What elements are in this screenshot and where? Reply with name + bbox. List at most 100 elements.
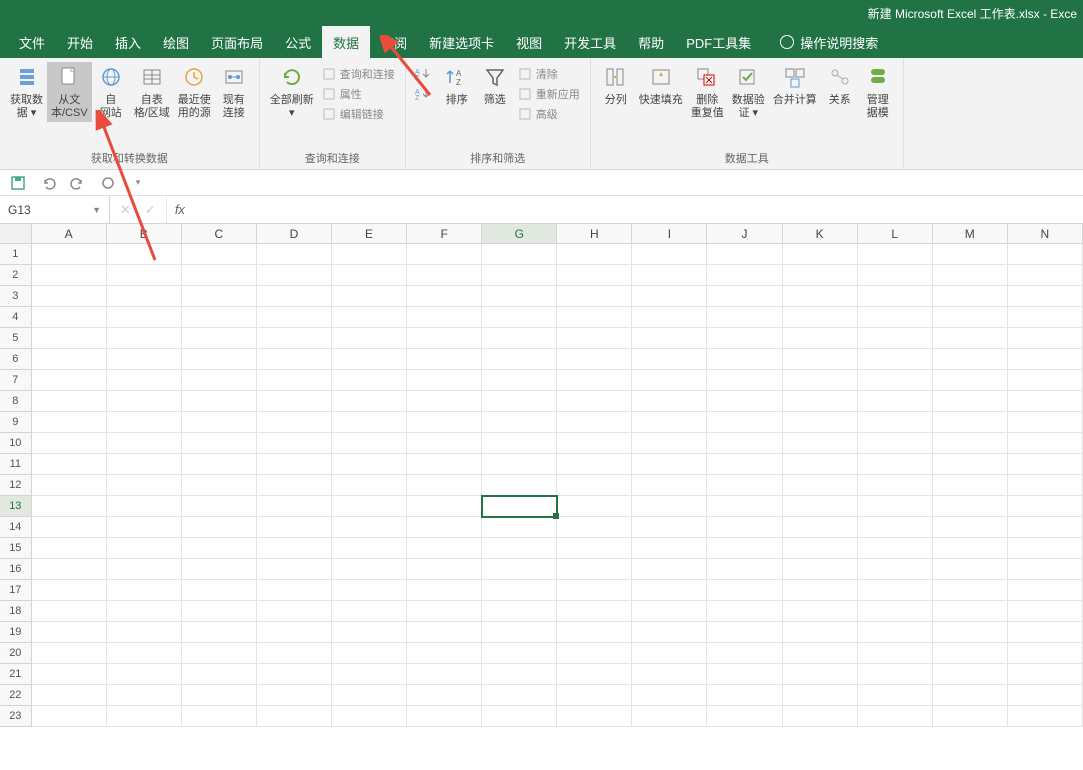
cell-L7[interactable]: [858, 370, 933, 391]
from-text-csv-button[interactable]: 从文 本/CSV: [47, 62, 92, 122]
row-header-5[interactable]: 5: [0, 328, 32, 349]
cell-D2[interactable]: [257, 265, 332, 286]
cell-G4[interactable]: [482, 307, 557, 328]
cell-A5[interactable]: [32, 328, 107, 349]
cell-L2[interactable]: [858, 265, 933, 286]
cell-D15[interactable]: [257, 538, 332, 559]
cell-I19[interactable]: [632, 622, 707, 643]
row-header-23[interactable]: 23: [0, 706, 32, 727]
cell-G11[interactable]: [482, 454, 557, 475]
cell-F5[interactable]: [407, 328, 482, 349]
refresh-all-button[interactable]: 全部刷新 ▾: [266, 62, 318, 122]
cell-H5[interactable]: [557, 328, 632, 349]
cell-I23[interactable]: [632, 706, 707, 727]
cell-G7[interactable]: [482, 370, 557, 391]
cell-D13[interactable]: [257, 496, 332, 517]
cell-H20[interactable]: [557, 643, 632, 664]
cell-J17[interactable]: [707, 580, 782, 601]
cell-H12[interactable]: [557, 475, 632, 496]
cell-M3[interactable]: [933, 286, 1008, 307]
cell-J12[interactable]: [707, 475, 782, 496]
row-header-17[interactable]: 17: [0, 580, 32, 601]
cell-C1[interactable]: [182, 244, 257, 265]
cell-G15[interactable]: [482, 538, 557, 559]
row-header-10[interactable]: 10: [0, 433, 32, 454]
cell-B16[interactable]: [107, 559, 182, 580]
cell-M19[interactable]: [933, 622, 1008, 643]
cell-D22[interactable]: [257, 685, 332, 706]
cell-H17[interactable]: [557, 580, 632, 601]
row-header-19[interactable]: 19: [0, 622, 32, 643]
advanced-button[interactable]: 高级: [518, 104, 580, 124]
cell-G19[interactable]: [482, 622, 557, 643]
cell-I7[interactable]: [632, 370, 707, 391]
cell-I17[interactable]: [632, 580, 707, 601]
cell-K15[interactable]: [783, 538, 858, 559]
cell-D3[interactable]: [257, 286, 332, 307]
tab-文件[interactable]: 文件: [8, 26, 56, 58]
cell-E7[interactable]: [332, 370, 407, 391]
row-header-2[interactable]: 2: [0, 265, 32, 286]
cell-I21[interactable]: [632, 664, 707, 685]
cell-J9[interactable]: [707, 412, 782, 433]
cell-L16[interactable]: [858, 559, 933, 580]
cell-E14[interactable]: [332, 517, 407, 538]
cell-F2[interactable]: [407, 265, 482, 286]
undo-icon[interactable]: [40, 175, 56, 191]
cell-H18[interactable]: [557, 601, 632, 622]
cell-B13[interactable]: [107, 496, 182, 517]
cell-H4[interactable]: [557, 307, 632, 328]
cell-L23[interactable]: [858, 706, 933, 727]
column-header-K[interactable]: K: [783, 224, 858, 243]
cell-A15[interactable]: [32, 538, 107, 559]
cell-N18[interactable]: [1008, 601, 1083, 622]
cell-C11[interactable]: [182, 454, 257, 475]
cell-L5[interactable]: [858, 328, 933, 349]
cell-D11[interactable]: [257, 454, 332, 475]
cell-B21[interactable]: [107, 664, 182, 685]
save-icon[interactable]: [10, 175, 26, 191]
cell-A10[interactable]: [32, 433, 107, 454]
cell-F20[interactable]: [407, 643, 482, 664]
cell-D6[interactable]: [257, 349, 332, 370]
cell-I9[interactable]: [632, 412, 707, 433]
cell-F18[interactable]: [407, 601, 482, 622]
cell-I13[interactable]: [632, 496, 707, 517]
cell-M12[interactable]: [933, 475, 1008, 496]
tab-帮助[interactable]: 帮助: [627, 26, 675, 58]
cell-C18[interactable]: [182, 601, 257, 622]
cell-E16[interactable]: [332, 559, 407, 580]
redo-icon[interactable]: [70, 175, 86, 191]
cell-B3[interactable]: [107, 286, 182, 307]
cell-H14[interactable]: [557, 517, 632, 538]
cell-F17[interactable]: [407, 580, 482, 601]
cell-M1[interactable]: [933, 244, 1008, 265]
cell-K8[interactable]: [783, 391, 858, 412]
cell-E3[interactable]: [332, 286, 407, 307]
column-header-I[interactable]: I: [632, 224, 707, 243]
cell-H16[interactable]: [557, 559, 632, 580]
cell-I5[interactable]: [632, 328, 707, 349]
cell-H10[interactable]: [557, 433, 632, 454]
cell-F10[interactable]: [407, 433, 482, 454]
cell-B17[interactable]: [107, 580, 182, 601]
cell-I22[interactable]: [632, 685, 707, 706]
cell-N19[interactable]: [1008, 622, 1083, 643]
row-header-15[interactable]: 15: [0, 538, 32, 559]
cell-C20[interactable]: [182, 643, 257, 664]
column-header-M[interactable]: M: [933, 224, 1008, 243]
cell-F14[interactable]: [407, 517, 482, 538]
cell-A8[interactable]: [32, 391, 107, 412]
cell-E13[interactable]: [332, 496, 407, 517]
cell-H22[interactable]: [557, 685, 632, 706]
cell-C3[interactable]: [182, 286, 257, 307]
cell-N14[interactable]: [1008, 517, 1083, 538]
cell-L17[interactable]: [858, 580, 933, 601]
cell-N16[interactable]: [1008, 559, 1083, 580]
cell-E20[interactable]: [332, 643, 407, 664]
cell-M2[interactable]: [933, 265, 1008, 286]
cell-H1[interactable]: [557, 244, 632, 265]
filter-button[interactable]: 筛选: [476, 62, 514, 109]
cell-B11[interactable]: [107, 454, 182, 475]
cell-A21[interactable]: [32, 664, 107, 685]
